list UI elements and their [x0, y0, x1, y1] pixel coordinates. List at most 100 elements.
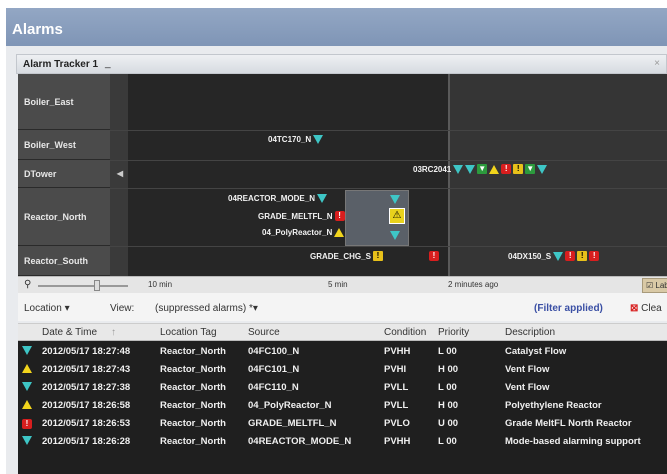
yellow-alarm-icon: ! [577, 251, 588, 261]
severity-cell [22, 364, 32, 376]
cell-priority: L 00 [438, 436, 457, 447]
cell-datetime: 2012/05/17 18:26:53 [42, 418, 131, 429]
event-04-polyreactor[interactable]: 04_PolyReactor_N [262, 228, 345, 237]
cell-datetime: 2012/05/17 18:27:43 [42, 364, 131, 375]
view-dropdown[interactable]: (suppressed alarms) *▾ [155, 303, 258, 314]
warning-triangle-icon [22, 364, 32, 373]
location-dropdown[interactable]: Location ▾ [24, 303, 70, 314]
event-label: 04_PolyReactor_N [262, 228, 333, 237]
clear-icon: ⊠ [630, 303, 639, 314]
table-row[interactable]: ! 2012/05/17 18:26:53 Reactor_North GRADE_M… [18, 415, 667, 432]
cyan-triangle-down-icon [22, 436, 32, 445]
event-04dx150[interactable]: 04DX150_S ! ! ! [508, 251, 600, 261]
cell-priority: H 00 [438, 400, 459, 411]
red-alarm-icon: ! [501, 164, 512, 174]
warning-triangle-icon [22, 400, 32, 409]
zoom-slider[interactable] [38, 285, 128, 287]
cell-source: 04FC101_N [248, 364, 300, 375]
close-icon[interactable]: × [654, 58, 660, 69]
panel-title: Alarm Tracker 1 [23, 59, 99, 70]
table-row[interactable]: 2012/05/17 18:26:28 Reactor_North 04REACTO… [18, 433, 667, 450]
cell-source: GRADE_MELTFL_N [248, 418, 337, 429]
cell-datetime: 2012/05/17 18:26:28 [42, 436, 131, 447]
filter-applied-link[interactable]: (Filter applied) [534, 303, 603, 314]
col-description[interactable]: Description [505, 327, 555, 338]
red-exclamation-icon: ! [334, 211, 345, 221]
cell-location: Reactor_North [160, 346, 226, 357]
clear-filter-button[interactable]: ⊠ Clea [630, 303, 662, 314]
row-separator [110, 130, 667, 131]
time-axis-bar: ⚲ 10 min 5 min 2 minutes ago ☑ Labels [18, 276, 667, 293]
row-label-boiler-east: Boiler_East [18, 74, 110, 130]
cell-priority: L 00 [438, 346, 457, 357]
col-date-time[interactable]: Date & Time [42, 327, 97, 338]
table-row[interactable]: 2012/05/17 18:27:48 Reactor_North 04FC100_… [18, 343, 667, 360]
cyan-triangle-down-icon [316, 194, 327, 203]
red-exclamation-icon: ! [22, 419, 32, 429]
severity-cell [22, 400, 32, 412]
sort-icon[interactable]: ↑ [111, 327, 116, 338]
event-label: GRADE_MELTFL_N [258, 211, 333, 221]
chevron-down-icon: *▾ [248, 303, 258, 314]
cell-priority: H 00 [438, 364, 459, 375]
red-alarm-icon: ! [589, 251, 600, 261]
cell-description: Catalyst Flow [505, 346, 567, 357]
green-alarm-icon: ▼ [525, 164, 536, 174]
event-label: 04TC170_N [268, 135, 312, 144]
event-04tc170[interactable]: 04TC170_N [268, 135, 324, 144]
cell-datetime: 2012/05/17 18:27:38 [42, 382, 131, 393]
alarm-tracker-timeline[interactable]: Boiler_East Boiler_West DTower Reactor_N… [18, 74, 667, 276]
col-priority[interactable]: Priority [438, 327, 469, 338]
alarm-table-body: 2012/05/17 18:27:48 Reactor_North 04FC100_… [18, 341, 667, 474]
minimize-button[interactable]: _ [105, 58, 111, 69]
alarm-list-toolbar: Location ▾ View: (suppressed alarms) *▾ … [18, 293, 667, 321]
clear-filter-label: Clea [641, 303, 662, 314]
cyan-triangle-down-icon [553, 251, 564, 261]
cyan-triangle-down-icon [313, 135, 324, 144]
cell-location: Reactor_North [160, 382, 226, 393]
cell-description: Mode-based alarming support [505, 436, 641, 447]
labels-toggle[interactable]: ☑ Labels [642, 278, 667, 293]
table-row[interactable]: 2012/05/17 18:27:38 Reactor_North 04FC110_… [18, 379, 667, 396]
cell-description: Vent Flow [505, 382, 550, 393]
row-label-reactor-north: Reactor_North [18, 188, 110, 246]
yellow-alarm-icon: ! [513, 164, 524, 174]
cell-description: Polyethylene Reactor [505, 400, 602, 411]
event-grade-chg[interactable]: GRADE_CHG_S ! [310, 251, 383, 261]
cyan-triangle-down-icon [390, 195, 400, 204]
zoom-slider-knob[interactable] [94, 280, 100, 291]
row-separator [110, 160, 667, 161]
cell-priority: L 00 [438, 382, 457, 393]
event-label: 04DX150_S [508, 251, 552, 261]
table-row[interactable]: 2012/05/17 18:27:43 Reactor_North 04FC101_… [18, 361, 667, 378]
event-grade-meltfl[interactable]: GRADE_MELTFL_N ! [258, 211, 345, 221]
col-source[interactable]: Source [248, 327, 280, 338]
severity-cell [22, 382, 32, 394]
axis-tick-10min: 10 min [148, 280, 173, 289]
col-location-tag[interactable]: Location Tag [160, 327, 217, 338]
col-condition[interactable]: Condition [384, 327, 426, 338]
red-alarm-icon: ! [565, 251, 576, 261]
red-alarm-icon[interactable]: ! [429, 251, 439, 261]
zoom-search-icon[interactable]: ⚲ [24, 279, 31, 290]
row-label-dtower: DTower [18, 160, 110, 188]
cell-priority: U 00 [438, 418, 459, 429]
cell-condition: PVLL [384, 400, 409, 411]
row-separator [110, 246, 667, 247]
labels-toggle-text: Labels [655, 281, 667, 290]
expand-icon[interactable]: ◀ [115, 169, 125, 179]
cell-condition: PVHH [384, 346, 411, 357]
cell-location: Reactor_North [160, 364, 226, 375]
yellow-alarm-icon: ! [372, 251, 383, 261]
axis-tick-2min: 2 minutes ago [448, 280, 499, 289]
cell-source: 04FC100_N [248, 346, 300, 357]
panel-header: Alarm Tracker 1 _ × [16, 54, 667, 74]
row-separator [110, 188, 667, 189]
cell-location: Reactor_North [160, 400, 226, 411]
cyan-triangle-down-icon [537, 164, 548, 174]
event-03rc2041[interactable]: 03RC2041 ▼ ! ! ▼ [413, 164, 548, 174]
severity-cell [22, 346, 32, 358]
event-04reactor-mode[interactable]: 04REACTOR_MODE_N [228, 194, 327, 203]
table-row[interactable]: 2012/05/17 18:26:58 Reactor_North 04_PolyR… [18, 397, 667, 414]
alarm-group-popup[interactable]: ⚠ [345, 190, 409, 246]
